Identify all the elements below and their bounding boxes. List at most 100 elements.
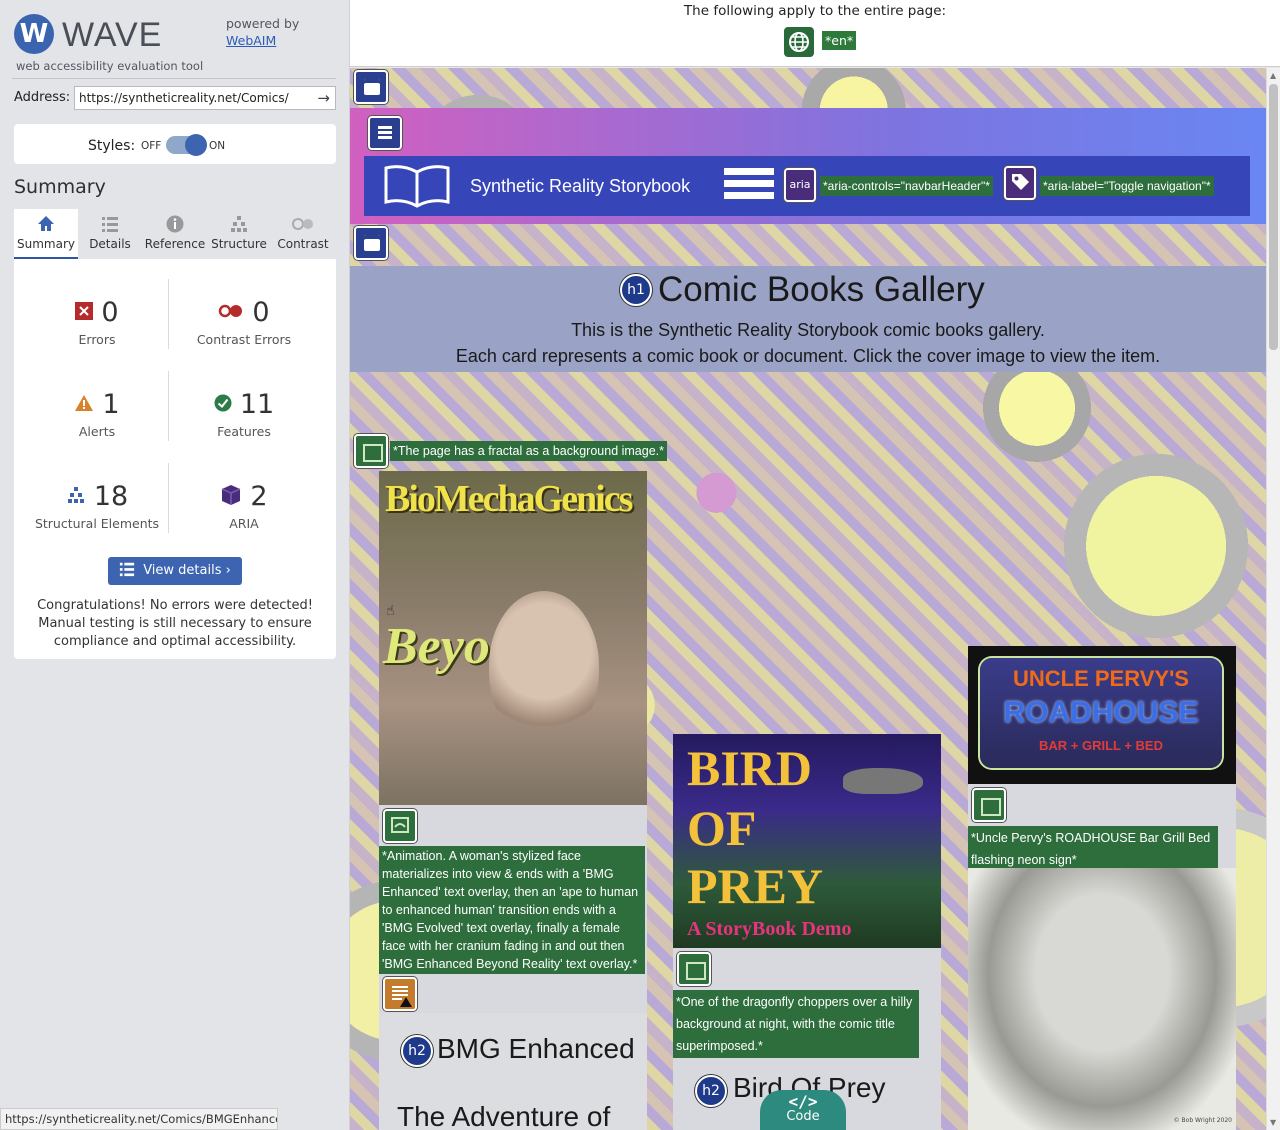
structure-icon[interactable] [354, 70, 388, 104]
tab-details[interactable]: Details [78, 209, 142, 259]
bop-alt-annotation: *One of the dragonfly choppers over a hi… [673, 990, 919, 1058]
scroll-down-arrow-icon[interactable]: ▼ [1270, 1118, 1276, 1127]
structural-count: 18 [93, 481, 129, 512]
aria-controls-annotation: *aria-controls="navbarHeader"* [820, 176, 993, 196]
bmg-card-title[interactable]: BMG Enhanced [437, 1033, 635, 1065]
bmg-cover-image[interactable]: BioMechaGenics Beyond [379, 471, 647, 805]
tab-structure[interactable]: Structure [207, 209, 271, 259]
powered-by: powered by WebAIM [226, 16, 299, 48]
tab-label: Reference [144, 237, 206, 251]
image-alt-icon[interactable] [354, 434, 388, 468]
address-row: Address: https://syntheticreality.net/Co… [14, 86, 336, 110]
alerts-label: Alerts [78, 424, 116, 439]
structure-icon [66, 486, 86, 508]
aria-icon[interactable]: aria [784, 168, 816, 202]
address-input[interactable]: https://syntheticreality.net/Comics/ → [74, 86, 336, 110]
image-alt-icon[interactable] [677, 952, 711, 986]
stat-contrast-errors[interactable]: 0 Contrast Errors [169, 297, 319, 347]
tab-label: Contrast [277, 237, 329, 251]
comic-card-roadhouse: UNCLE PERVY'S ROADHOUSE BAR + GRILL + BE… [968, 646, 1236, 1130]
styles-on-label: ON [209, 140, 226, 152]
errors-count: 0 [101, 297, 119, 328]
error-icon [75, 301, 94, 324]
aria-label: ARIA [229, 516, 259, 531]
roadhouse-cover-image[interactable]: UNCLE PERVY'S ROADHOUSE BAR + GRILL + BE… [968, 646, 1236, 784]
divider [12, 78, 336, 79]
arrow-right-icon[interactable]: → [317, 89, 330, 107]
divider [168, 463, 169, 533]
bmg-cover-title: BioMechaGenics [385, 478, 633, 520]
roadhouse-line1: UNCLE PERVY'S [1013, 666, 1189, 691]
bmg-alt-annotation: *Animation. A woman's stylized face mate… [379, 846, 645, 974]
features-count: 11 [239, 389, 275, 420]
divider [168, 371, 169, 441]
code-panel-toggle[interactable]: </> Code [760, 1090, 846, 1130]
h2-badge-icon[interactable]: h2 [401, 1035, 433, 1067]
styles-toggle-box: Styles: OFF ON [14, 124, 336, 164]
bop-cover-tagline: A StoryBook Demo [687, 918, 852, 940]
styles-off-label: OFF [141, 140, 162, 152]
comic-card-bird-of-prey: BIRD OF PREY A StoryBook Demo *One of th… [673, 734, 941, 1130]
summary-panel: 0 Errors 0 Contrast Errors 1 Alerts 11 F… [14, 259, 336, 659]
aria-label-tag-icon[interactable] [1004, 166, 1036, 200]
background-alt-annotation: *The page has a fractal as a background … [390, 441, 668, 461]
structure-icon[interactable] [354, 226, 388, 260]
list-icon [78, 209, 142, 237]
stat-features[interactable]: 11 Features [169, 389, 319, 439]
stat-structural[interactable]: 18 Structural Elements [22, 481, 172, 531]
code-icon: </> [788, 1092, 818, 1111]
page-scrollbar[interactable]: ▲ ▼ [1266, 68, 1280, 1130]
globe-icon[interactable] [784, 27, 814, 57]
powered-by-text: powered by [226, 16, 300, 31]
helicopter-illustration [843, 768, 923, 794]
old-man-sketch-image[interactable] [968, 868, 1236, 1130]
roadhouse-line3: BAR + GRILL + BED [1038, 738, 1163, 753]
webaim-link[interactable]: WebAIM [226, 33, 299, 48]
image-alt-icon[interactable] [972, 788, 1006, 822]
tab-contrast[interactable]: Contrast [271, 209, 335, 259]
styles-toggle[interactable] [166, 134, 207, 156]
gallery-header: h1 Comic Books Gallery This is the Synth… [350, 266, 1266, 372]
h2-badge-icon[interactable]: h2 [695, 1075, 727, 1107]
alerts-count: 1 [102, 389, 120, 420]
view-details-button[interactable]: View details › [108, 557, 242, 585]
gallery-intro-line1: This is the Synthetic Reality Storybook … [571, 320, 1045, 340]
bmg-card-title-next: The Adventure of [397, 1101, 611, 1130]
h1-badge-icon[interactable]: h1 [620, 274, 652, 306]
errors-label: Errors [78, 332, 116, 347]
alert-icon [74, 394, 94, 416]
list-structure-icon[interactable] [368, 116, 402, 150]
face-illustration [489, 591, 599, 741]
mouse-pointer-icon: ☝ [386, 603, 395, 619]
language-badge: *en* [822, 31, 857, 50]
stat-alerts[interactable]: 1 Alerts [22, 389, 172, 439]
page-title: Comic Books Gallery [658, 270, 985, 309]
scroll-up-arrow-icon[interactable]: ▲ [1270, 71, 1276, 80]
navbar: Synthetic Reality Storybook aria *aria-c… [364, 156, 1250, 216]
scrollbar-thumb[interactable] [1269, 84, 1278, 350]
bird-of-prey-cover-image[interactable]: BIRD OF PREY A StoryBook Demo [673, 734, 941, 948]
navbar-brand[interactable]: Synthetic Reality Storybook [470, 176, 690, 197]
tab-summary[interactable]: Summary [14, 209, 78, 259]
comic-card-bmg: BioMechaGenics Beyond *Animation. A woma… [379, 471, 647, 1130]
open-book-icon[interactable] [382, 162, 452, 210]
aria-cube-icon [220, 484, 242, 510]
bop-cover-line3: PREY [687, 858, 824, 914]
code-tab-label: Code [786, 1109, 820, 1124]
stat-errors[interactable]: 0 Errors [22, 297, 172, 347]
structural-label: Structural Elements [34, 516, 160, 531]
features-label: Features [217, 424, 271, 439]
wave-logo-mark: W [14, 14, 54, 54]
status-bar-url: https://syntheticreality.net/Comics/BMGE… [0, 1108, 278, 1130]
stat-aria[interactable]: 2 ARIA [169, 481, 319, 531]
long-description-alert-icon[interactable] [383, 977, 417, 1011]
linked-image-icon[interactable] [383, 809, 417, 843]
hamburger-menu-icon[interactable] [724, 168, 774, 204]
feature-check-icon [214, 394, 232, 416]
summary-heading: Summary [14, 176, 106, 198]
tab-reference[interactable]: Reference [143, 209, 207, 259]
styles-label: Styles: [88, 138, 136, 154]
page-wide-banner: The following apply to the entire page: … [350, 0, 1280, 67]
tab-label: Summary [17, 237, 75, 251]
address-value: https://syntheticreality.net/Comics/ [79, 91, 289, 105]
